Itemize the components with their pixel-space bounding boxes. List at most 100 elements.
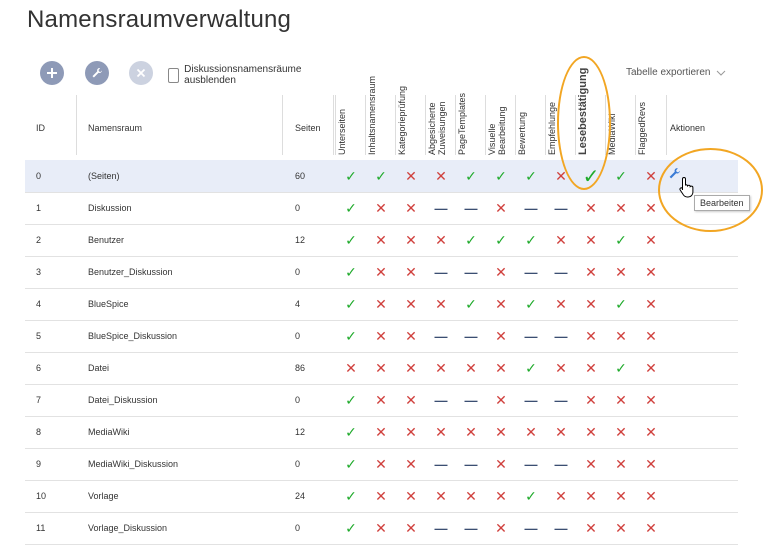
check-icon: ✓	[345, 455, 357, 472]
table-row[interactable]: 8 MediaWiki 12 ✓ ✕ ✕ ✕ ✕ ✕ ✕ ✕ ✕ ✕ ✕	[25, 416, 738, 449]
table-row[interactable]: 4 BlueSpice 4 ✓ ✕ ✕ ✕ ✓ ✕ ✓ ✕ ✕ ✓ ✕	[25, 288, 738, 321]
table-row[interactable]: 5 BlueSpice_Diskussion 0 ✓ ✕ ✕ — — ✕ — — ✕ ✕ ✕	[25, 320, 738, 353]
check-icon: ✓	[525, 167, 537, 184]
cross-icon: ✕	[375, 487, 387, 504]
cell-namespace: Datei_Diskussion	[88, 395, 158, 405]
table-row[interactable]: 3 Benutzer_Diskussion 0 ✓ ✕ ✕ — — ✕ — — ✕ ✕ ✕	[25, 256, 738, 289]
cross-icon: ✕	[495, 487, 507, 504]
column-header-label: Bewertung	[517, 111, 527, 155]
check-icon: ✓	[345, 327, 357, 344]
table-row[interactable]: 10 Vorlage 24 ✓ ✕ ✕ ✕ ✕ ✕ ✓ ✕ ✕ ✕ ✕	[25, 480, 738, 513]
table-row[interactable]: 11 Vorlage_Diskussion 0 ✓ ✕ ✕ — — ✕ — — ✕ ✕ ✕	[25, 512, 738, 545]
cross-icon: ✕	[585, 231, 597, 248]
table-row[interactable]: 6 Datei 86 ✕ ✕ ✕ ✕ ✕ ✕ ✓ ✕ ✕ ✓ ✕	[25, 352, 738, 385]
cross-icon: ✕	[495, 391, 507, 408]
add-button[interactable]	[40, 61, 64, 85]
column-header-flag[interactable]: Lesebestätigung	[576, 68, 606, 160]
dash-icon: —	[524, 456, 538, 472]
cell-id: 11	[36, 523, 46, 533]
dash-icon: —	[524, 328, 538, 344]
page-title: Namensraumverwaltung	[27, 6, 292, 33]
cross-icon: ✕	[585, 487, 597, 504]
table-row[interactable]: 1 Diskussion 0 ✓ ✕ ✕ — — ✕ — — ✕ ✕ ✕	[25, 192, 738, 225]
column-header-label: Inhaltsnamensraum	[367, 75, 377, 155]
dash-icon: —	[554, 520, 568, 536]
column-header-label: Empfehlunge	[547, 101, 557, 155]
cell-pages: 12	[295, 427, 306, 437]
check-icon: ✓	[345, 167, 357, 184]
cell-pages: 0	[295, 331, 301, 341]
cell-id: 5	[36, 331, 42, 341]
dash-icon: —	[554, 200, 568, 216]
cross-icon: ✕	[435, 487, 447, 504]
cross-icon: ✕	[405, 391, 417, 408]
table-row[interactable]: 0 (Seiten) 60 ✓ ✓ ✕ ✕ ✓ ✓ ✓ ✕ ✓ ✓ ✕	[25, 160, 738, 193]
cross-icon: ✕	[555, 423, 567, 440]
cross-icon: ✕	[585, 359, 597, 376]
cell-namespace: Datei	[88, 363, 110, 373]
wrench-icon	[91, 67, 103, 79]
cross-icon: ✕	[585, 519, 597, 536]
cell-pages: 0	[295, 459, 301, 469]
check-icon: ✓	[345, 263, 357, 280]
cross-icon: ✕	[435, 167, 447, 184]
cross-icon: ✕	[375, 519, 387, 536]
cross-icon: ✕	[585, 423, 597, 440]
dash-icon: —	[554, 456, 568, 472]
column-header-flag[interactable]: Bewertung	[516, 95, 546, 160]
hand-cursor-icon	[679, 176, 697, 203]
cross-icon: ✕	[405, 327, 417, 344]
column-header-label: FlaggedRevs	[637, 101, 647, 155]
column-header-namespace[interactable]: Namensraum	[88, 95, 142, 160]
column-header-pages[interactable]: Seiten	[295, 95, 321, 160]
column-header-flag[interactable]: FlaggedRevs	[636, 95, 666, 160]
column-header-flag[interactable]: Inhaltsnamensraum	[366, 75, 396, 160]
cross-icon: ✕	[615, 423, 627, 440]
check-icon: ✓	[582, 165, 600, 188]
column-header-flag[interactable]: Kategorieprüfung	[396, 86, 426, 160]
dash-icon: —	[524, 392, 538, 408]
cell-pages: 86	[295, 363, 306, 373]
column-header-id[interactable]: ID	[36, 95, 45, 160]
export-label: Tabelle exportieren	[626, 67, 711, 78]
cross-icon: ✕	[645, 295, 657, 312]
cross-icon: ✕	[405, 359, 417, 376]
plus-icon	[46, 67, 58, 79]
hide-discussion-toggle[interactable]: Diskussionsnamensräume ausblenden	[168, 64, 305, 86]
cross-icon: ✕	[405, 199, 417, 216]
column-header-flag[interactable]: Abgesicherte Zuweisungen	[426, 95, 456, 160]
cell-pages: 0	[295, 523, 301, 533]
check-icon: ✓	[525, 295, 537, 312]
check-icon: ✓	[465, 295, 477, 312]
table-row[interactable]: 9 MediaWiki_Diskussion 0 ✓ ✕ ✕ — — ✕ — — ✕ ✕ ✕	[25, 448, 738, 481]
column-header-label: Unterseiten	[337, 108, 347, 155]
cell-namespace: MediaWiki_Diskussion	[88, 459, 179, 469]
cell-id: 1	[36, 203, 42, 213]
cross-icon: ✕	[405, 487, 417, 504]
check-icon: ✓	[345, 391, 357, 408]
column-header-flag[interactable]: Visuelle Bearbeitung	[486, 95, 516, 160]
delete-button[interactable]	[129, 61, 153, 85]
column-header-flag[interactable]: MediaWiki	[606, 95, 636, 160]
column-header-flag[interactable]: Empfehlunge	[546, 95, 576, 160]
export-dropdown[interactable]: Tabelle exportieren	[626, 67, 726, 78]
dash-icon: —	[554, 392, 568, 408]
edit-button[interactable]	[85, 61, 109, 85]
check-icon: ✓	[465, 167, 477, 184]
cross-icon: ✕	[585, 199, 597, 216]
cross-icon: ✕	[375, 327, 387, 344]
cell-id: 3	[36, 267, 42, 277]
cross-icon: ✕	[495, 519, 507, 536]
tooltip-edit: Bearbeiten	[694, 195, 750, 211]
check-icon: ✓	[525, 231, 537, 248]
dash-icon: —	[434, 264, 448, 280]
table-row[interactable]: 7 Datei_Diskussion 0 ✓ ✕ ✕ — — ✕ — — ✕ ✕ ✕	[25, 384, 738, 417]
table-row[interactable]: 2 Benutzer 12 ✓ ✕ ✕ ✕ ✓ ✓ ✓ ✕ ✕ ✓ ✕	[25, 224, 738, 257]
dash-icon: —	[434, 328, 448, 344]
column-header-flag[interactable]: Unterseiten	[336, 95, 366, 160]
cell-pages: 12	[295, 235, 306, 245]
check-icon: ✓	[345, 519, 357, 536]
column-header-flag[interactable]: PageTemplates	[456, 93, 486, 160]
cross-icon: ✕	[645, 391, 657, 408]
hide-discussion-checkbox[interactable]	[168, 67, 180, 83]
